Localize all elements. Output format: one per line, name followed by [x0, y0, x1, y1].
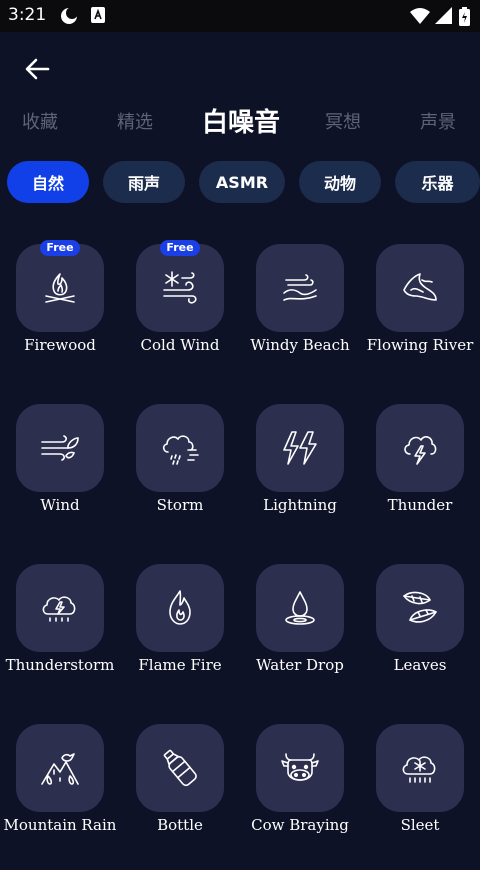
sound-tile-flowing-river[interactable]: Flowing River — [360, 240, 480, 390]
sound-tile-box[interactable] — [136, 404, 224, 492]
bottle-icon — [163, 749, 197, 787]
sleet-icon — [402, 756, 436, 783]
sound-tile-box[interactable] — [376, 244, 464, 332]
sound-tile-box[interactable] — [16, 724, 104, 812]
sound-tile-sleet[interactable]: Sleet — [360, 720, 480, 870]
sound-tile-box[interactable] — [136, 724, 224, 812]
status-time: 3:21 — [8, 5, 47, 25]
signal-icon — [435, 7, 452, 24]
chip-asmr[interactable]: ASMR — [199, 161, 285, 203]
campfire-icon — [45, 273, 75, 303]
storm-cloud-icon — [162, 435, 199, 465]
status-bar: 3:21 — [0, 0, 480, 32]
sound-label: Leaves — [393, 656, 447, 674]
sound-tile-wind[interactable]: Wind — [0, 400, 120, 550]
sound-label: Cold Wind — [140, 336, 220, 354]
free-badge: Free — [160, 240, 200, 256]
sound-tile-flame-fire[interactable]: Flame Fire — [120, 560, 240, 710]
sound-tile-box[interactable] — [376, 724, 464, 812]
arrow-left-icon — [25, 58, 50, 80]
sound-label: Cow Braying — [251, 816, 349, 834]
tab-meditation[interactable]: 冥想 — [325, 108, 361, 134]
sound-label: Windy Beach — [250, 336, 350, 354]
tab-white-noise[interactable]: 白噪音 — [202, 102, 280, 139]
sound-label: Storm — [156, 496, 204, 514]
app-notification-icon — [91, 7, 105, 23]
sound-tile-cow-braying[interactable]: Cow Braying — [240, 720, 360, 870]
tab-featured[interactable]: 精选 — [117, 108, 153, 134]
sound-tile-thunderstorm[interactable]: Thunderstorm — [0, 560, 120, 710]
sound-tile-box[interactable] — [16, 564, 104, 652]
sound-tile-box[interactable] — [256, 404, 344, 492]
sound-tile-box[interactable] — [256, 564, 344, 652]
sound-tile-box[interactable] — [256, 244, 344, 332]
sound-tile-box[interactable] — [376, 564, 464, 652]
sound-label: Bottle — [157, 816, 203, 834]
sound-label: Lightning — [263, 496, 337, 514]
sound-tile-box[interactable] — [16, 404, 104, 492]
category-chips: 自然 雨声 ASMR 动物 乐器 — [0, 161, 480, 205]
chip-nature[interactable]: 自然 — [7, 161, 89, 203]
battery-icon — [459, 7, 470, 26]
chip-rain[interactable]: 雨声 — [103, 161, 185, 203]
sound-tile-box[interactable] — [376, 404, 464, 492]
sound-tile-box[interactable] — [136, 244, 224, 332]
wind-leaf-icon — [41, 435, 79, 461]
sound-tile-thunder[interactable]: Thunder — [360, 400, 480, 550]
sound-tile-box[interactable] — [136, 564, 224, 652]
flame-icon — [169, 590, 191, 625]
thunder-cloud-icon — [404, 435, 437, 465]
sound-label: Water Drop — [256, 656, 344, 674]
sound-tile-cold-wind[interactable]: Free Cold Wind — [120, 240, 240, 390]
chip-instruments[interactable]: 乐器 — [395, 161, 480, 203]
sound-tile-water-drop[interactable]: Water Drop — [240, 560, 360, 710]
free-badge: Free — [40, 240, 80, 256]
chip-animals[interactable]: 动物 — [299, 161, 381, 203]
sound-label: Thunder — [387, 496, 453, 514]
sound-tile-bottle[interactable]: Bottle — [120, 720, 240, 870]
sound-tile-box[interactable] — [256, 724, 344, 812]
river-icon — [403, 273, 437, 301]
sound-tile-windy-beach[interactable]: Windy Beach — [240, 240, 360, 390]
sound-tile-box[interactable] — [16, 244, 104, 332]
sound-tile-leaves[interactable]: Leaves — [360, 560, 480, 710]
thunderstorm-icon — [42, 596, 76, 622]
tab-bar: 收藏 精选 白噪音 冥想 声景 — [0, 100, 480, 140]
sound-label: Flowing River — [366, 336, 474, 354]
tab-soundscape[interactable]: 声景 — [420, 108, 456, 134]
sound-tile-mountain-rain[interactable]: Mountain Rain — [0, 720, 120, 870]
mountain-rain-icon — [41, 753, 79, 785]
tab-favorites[interactable]: 收藏 — [22, 108, 58, 134]
sound-tile-firewood[interactable]: Free Firewood — [0, 240, 120, 390]
back-button[interactable] — [22, 54, 54, 86]
snow-wind-icon — [163, 271, 197, 304]
wind-waves-icon — [283, 274, 317, 301]
cow-icon — [281, 753, 319, 781]
sound-label: Flame Fire — [138, 656, 222, 674]
sound-tile-storm[interactable]: Storm — [120, 400, 240, 550]
sound-tile-lightning[interactable]: Lightning — [240, 400, 360, 550]
sound-label: Sleet — [400, 816, 440, 834]
leaves-icon — [403, 591, 437, 623]
moon-icon — [61, 7, 78, 24]
water-drop-icon — [285, 591, 315, 625]
lightning-icon — [283, 431, 317, 465]
wifi-icon — [410, 8, 430, 24]
